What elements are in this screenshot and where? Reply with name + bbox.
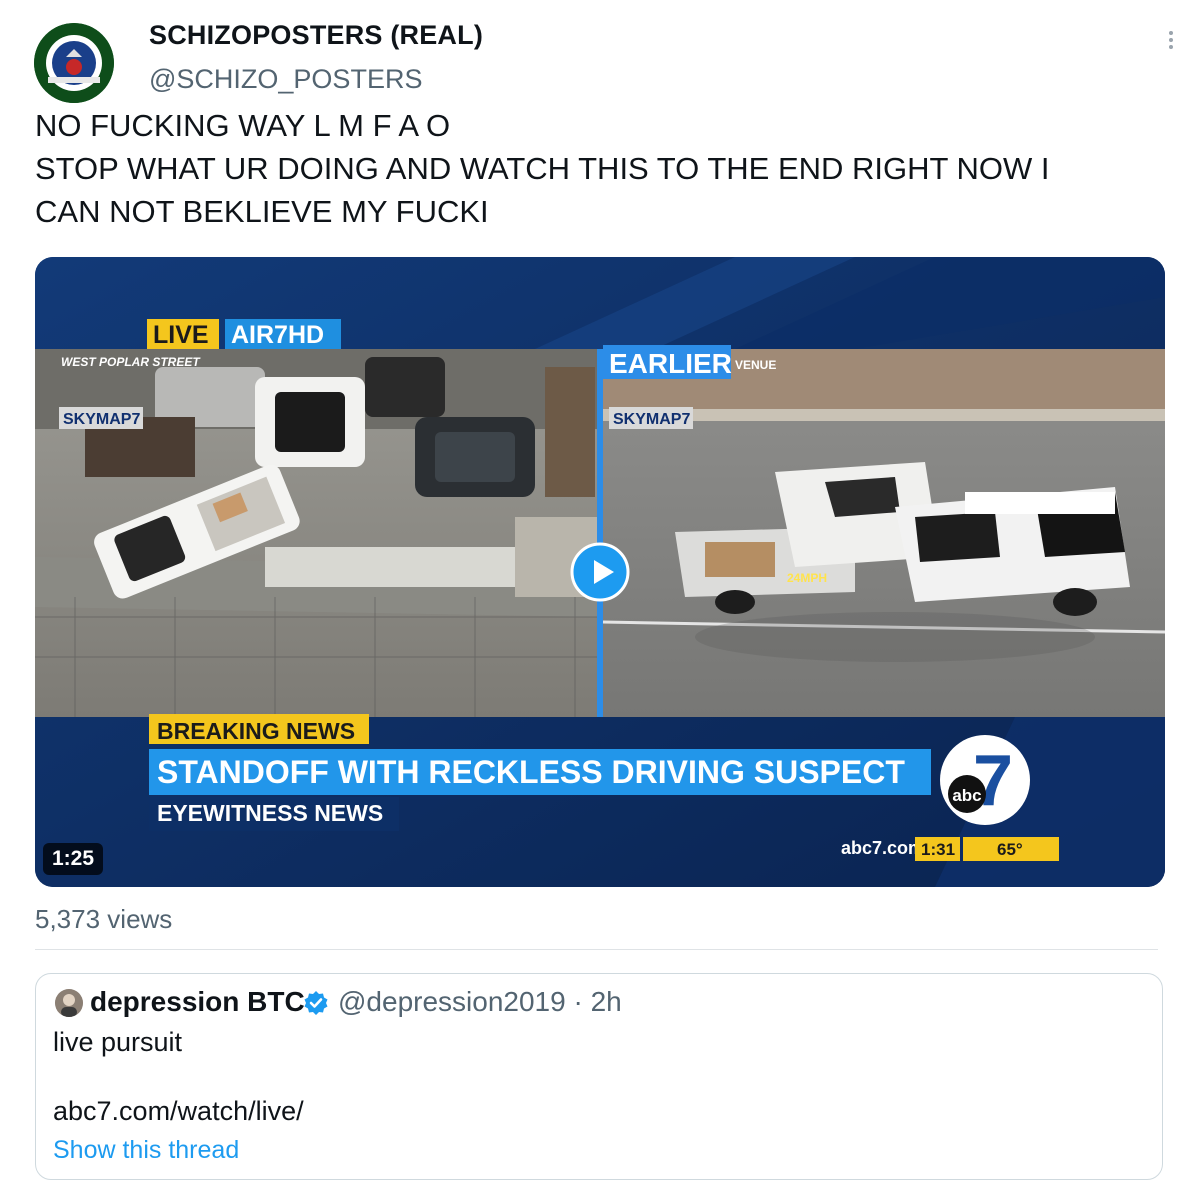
show-text: EYEWITNESS NEWS [157, 800, 383, 826]
skymap-right-label: SKYMAP7 [613, 411, 690, 428]
headline-text: STANDOFF WITH RECKLESS DRIVING SUSPECT [157, 754, 905, 790]
breaking-label: BREAKING NEWS [157, 718, 355, 744]
play-icon[interactable] [570, 542, 630, 602]
time-label: 1:31 [921, 840, 955, 859]
verified-badge-icon [303, 990, 329, 1016]
avatar[interactable] [34, 23, 114, 103]
divider [35, 949, 1158, 950]
video-player[interactable]: LIVE AIR7HD WEST POPLAR STREET SKYMAP7 E… [35, 257, 1165, 887]
more-vertical-icon[interactable] [1161, 26, 1181, 56]
tweet-text: NO FUCKING WAY L M F A O STOP WHAT UR DO… [35, 108, 1050, 229]
quoted-display-name[interactable]: depression BTC [90, 986, 305, 1018]
quoted-handle-time: @depression2019 · 2h [338, 986, 622, 1017]
quoted-link[interactable]: abc7.com/watch/live/ [53, 1096, 304, 1127]
abc7-logo: 7 abc [940, 735, 1030, 825]
skymap-left-label: SKYMAP7 [63, 411, 140, 428]
quoted-avatar[interactable] [55, 989, 83, 1017]
air-label: AIR7HD [231, 321, 324, 349]
view-count: 5,373 views [35, 904, 173, 934]
video-duration: 1:25 [43, 843, 104, 875]
avenue-label: VENUE [735, 358, 776, 372]
logo-abc: abc [952, 786, 981, 805]
display-name[interactable]: SCHIZOPOSTERS (REAL) [149, 20, 483, 51]
temp-label: 65° [997, 840, 1023, 859]
site-label: abc7.com [841, 838, 924, 858]
street-label: WEST POPLAR STREET [61, 355, 201, 369]
quoted-text: live pursuit [53, 1027, 183, 1057]
show-thread-link[interactable]: Show this thread [53, 1136, 239, 1165]
right-camera-view [602, 349, 1165, 717]
left-camera-view [35, 349, 597, 717]
cia-seal-logo [34, 23, 114, 103]
earlier-label: EARLIER [609, 348, 732, 379]
user-handle[interactable]: @SCHIZO_POSTERS [149, 64, 422, 95]
live-label: LIVE [153, 321, 209, 349]
speed-label: 24MPH [787, 571, 827, 585]
